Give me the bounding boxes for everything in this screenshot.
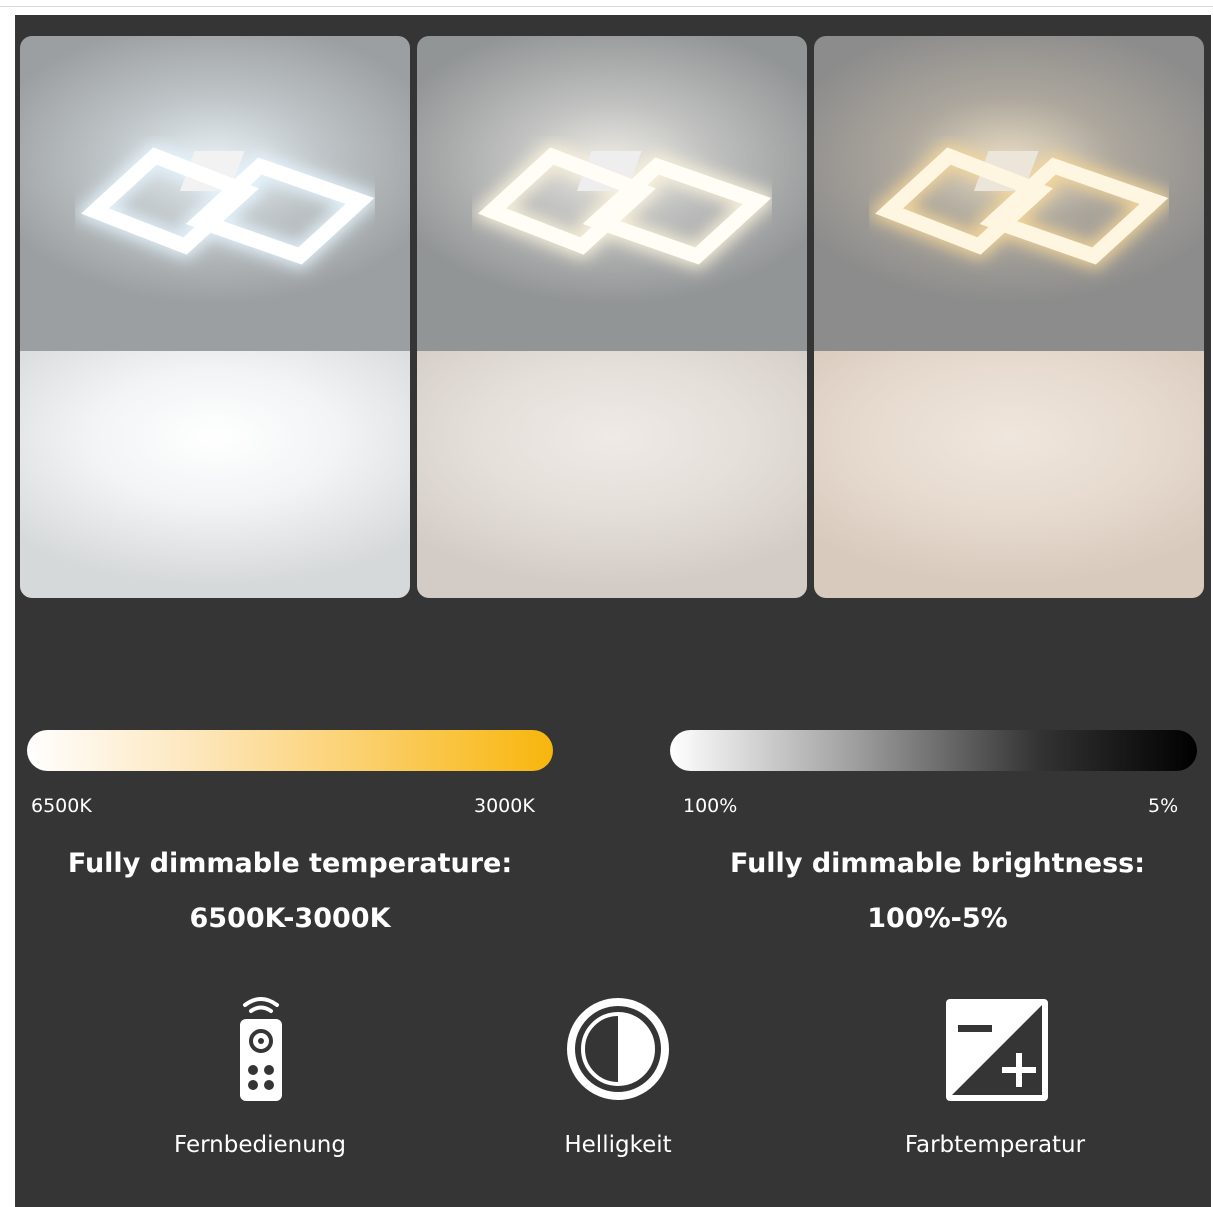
panel-cool-white: [20, 36, 410, 598]
minus-plus-contrast-icon: [946, 999, 1048, 1101]
wall-area: [417, 351, 807, 598]
brightness-end-label: 5%: [1148, 795, 1179, 817]
wall-area: [20, 351, 410, 598]
remote-control-label: Fernbedienung: [174, 1132, 346, 1158]
brightness-heading: Fully dimmable brightness:: [729, 848, 1146, 879]
color-temperature-label: Farbtemperatur: [904, 1132, 1086, 1158]
panel-neutral-white: [417, 36, 807, 598]
top-border: [0, 6, 1213, 7]
temperature-end-label: 3000K: [474, 795, 535, 817]
brightness-label: Helligkeit: [564, 1132, 672, 1158]
panel-warm-white: [814, 36, 1204, 598]
temperature-heading: Fully dimmable temperature:: [67, 848, 513, 879]
ceiling-lamp-image: [75, 142, 375, 270]
brightness-range: 100%-5%: [867, 903, 1008, 934]
half-circle-brightness-icon: [567, 998, 669, 1100]
product-feature-card: 6500K 3000K 100% 5% Fully dimmable tempe…: [15, 15, 1211, 1207]
brightness-gradient-bar: [670, 730, 1197, 771]
brightness-start-label: 100%: [683, 795, 738, 817]
wall-area: [814, 351, 1204, 598]
remote-control-icon: [240, 997, 282, 1101]
ceiling-lamp-image: [472, 142, 772, 270]
temperature-range: 6500K-3000K: [189, 903, 391, 934]
color-temperature-gradient-bar: [27, 730, 553, 771]
temperature-start-label: 6500K: [31, 795, 92, 817]
ceiling-lamp-image: [869, 142, 1169, 270]
